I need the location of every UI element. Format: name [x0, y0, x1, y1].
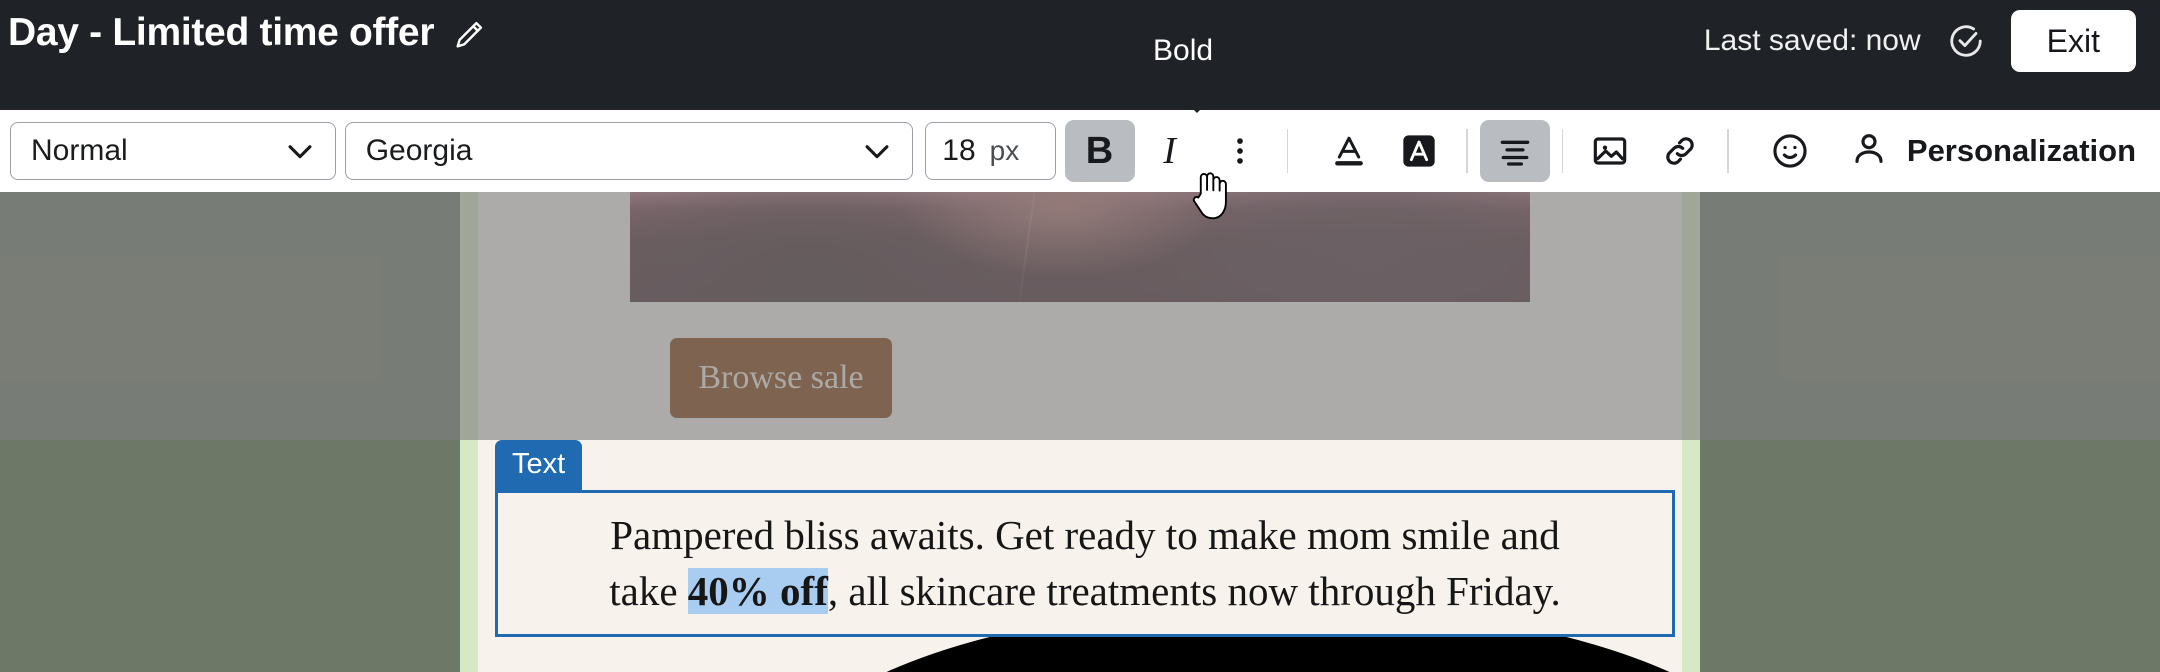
italic-button[interactable]: I	[1135, 120, 1205, 182]
toolbar-divider	[1727, 129, 1729, 173]
font-size-unit: px	[989, 135, 1020, 166]
block-type-badge[interactable]: Text	[495, 440, 583, 490]
pencil-icon[interactable]	[452, 18, 486, 52]
font-size-input[interactable]: 18 px	[925, 122, 1056, 180]
browse-sale-button[interactable]: Browse sale	[670, 338, 892, 418]
toolbar-divider	[1466, 129, 1468, 173]
font-size-value: 18	[942, 134, 976, 167]
chevron-down-icon	[860, 134, 894, 168]
chevron-down-icon	[283, 134, 317, 168]
personalization-label: Personalization	[1906, 133, 2136, 168]
toolbar-divider	[1561, 129, 1564, 173]
bold-button[interactable]: B	[1064, 120, 1135, 182]
align-center-icon[interactable]	[1479, 120, 1550, 182]
selected-text-block-wrapper: Text Pampered bliss awaits. Get ready to…	[478, 440, 1682, 672]
image-icon[interactable]	[1575, 120, 1645, 182]
emoji-icon[interactable]	[1755, 120, 1825, 182]
text-after-selection: , all skincare treatments now through Fr…	[827, 567, 1561, 614]
font-family-select[interactable]: Georgia	[344, 122, 914, 180]
exit-button[interactable]: Exit	[2010, 10, 2136, 72]
highlight-color-icon[interactable]	[1384, 120, 1454, 182]
selected-bold-text: 40% off	[687, 567, 828, 614]
saved-status: Last saved: now	[1703, 24, 1921, 57]
text-block-content: Pampered bliss awaits. Get ready to make…	[575, 508, 1595, 619]
toolbar-divider	[1286, 129, 1289, 173]
email-canvas-stage: Browse sale Text Pampered bliss awaits. …	[0, 192, 2160, 672]
top-bar: Day - Limited time offer Last saved: now…	[0, 0, 2160, 110]
hero-image-block[interactable]	[630, 192, 1530, 302]
text-color-icon[interactable]	[1314, 120, 1384, 182]
email-editor-app: Day - Limited time offer Last saved: now…	[0, 0, 2160, 672]
more-vertical-icon[interactable]	[1205, 120, 1275, 182]
page-title: Day - Limited time offer	[8, 11, 435, 54]
tooltip-arrow-icon	[1180, 96, 1214, 113]
link-icon[interactable]	[1645, 120, 1715, 182]
paragraph-style-select[interactable]: Normal	[10, 122, 336, 180]
top-bar-right: Last saved: now Exit	[1704, 0, 2160, 72]
font-family-value: Georgia	[365, 134, 473, 167]
top-bar-left: Day - Limited time offer	[0, 0, 486, 52]
text-block-editor[interactable]: Pampered bliss awaits. Get ready to make…	[495, 490, 1675, 637]
formatting-toolbar: Normal Georgia 18 px B I Personalization	[0, 110, 2160, 192]
personalization-button[interactable]: Personalization	[1849, 129, 2150, 174]
person-icon	[1849, 129, 1889, 174]
paragraph-style-value: Normal	[31, 134, 128, 167]
check-circle-icon	[1947, 22, 1985, 60]
